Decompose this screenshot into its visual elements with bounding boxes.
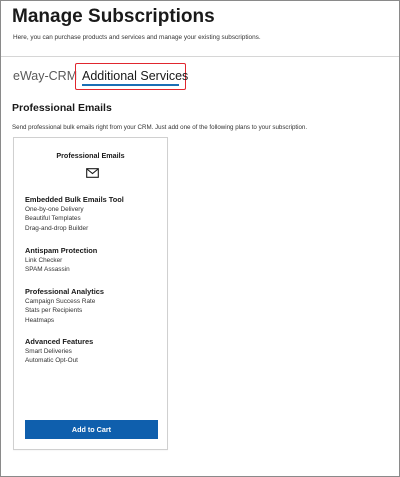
section-description: Send professional bulk emails right from… [12,124,308,131]
feature-item: Campaign Success Rate [25,298,96,305]
tab-eway-crm[interactable]: eWay-CRM [13,69,77,83]
add-to-cart-button[interactable]: Add to Cart [25,420,158,439]
tab-additional-services[interactable]: Additional Services [82,69,188,83]
plan-card: Professional Emails Embedded Bulk Emails… [13,137,168,450]
feature-group-advanced: Advanced Features Smart Deliveries Autom… [25,337,93,366]
section-heading: Professional Emails [12,102,112,114]
feature-heading: Antispam Protection [25,246,98,255]
mail-icon [86,168,99,178]
feature-item: One-by-one Delivery [25,206,84,213]
feature-group-antispam: Antispam Protection Link Checker SPAM As… [25,246,97,275]
header-divider [1,56,399,57]
feature-item: Stats per Recipients [25,307,83,315]
plan-card-title: Professional Emails [56,151,125,160]
feature-item: Drag-and-drop Builder [25,224,89,232]
active-tab-underline [82,84,179,86]
page-title: Manage Subscriptions [12,6,215,27]
feature-item: Smart Deliveries [25,348,72,355]
feature-heading: Professional Analytics [25,287,104,296]
feature-heading: Advanced Features [25,337,94,346]
feature-item: Automatic Opt-Out [25,357,78,365]
feature-group-bulk-emails: Embedded Bulk Emails Tool One-by-one Del… [25,195,124,233]
feature-item: Link Checker [25,257,63,264]
feature-item: SPAM Assassin [25,266,70,274]
feature-heading: Embedded Bulk Emails Tool [25,195,124,204]
feature-item: Beautiful Templates [25,215,81,223]
page-subtitle: Here, you can purchase products and serv… [13,34,261,41]
feature-group-analytics: Professional Analytics Campaign Success … [25,287,104,325]
feature-item: Heatmaps [25,316,55,324]
